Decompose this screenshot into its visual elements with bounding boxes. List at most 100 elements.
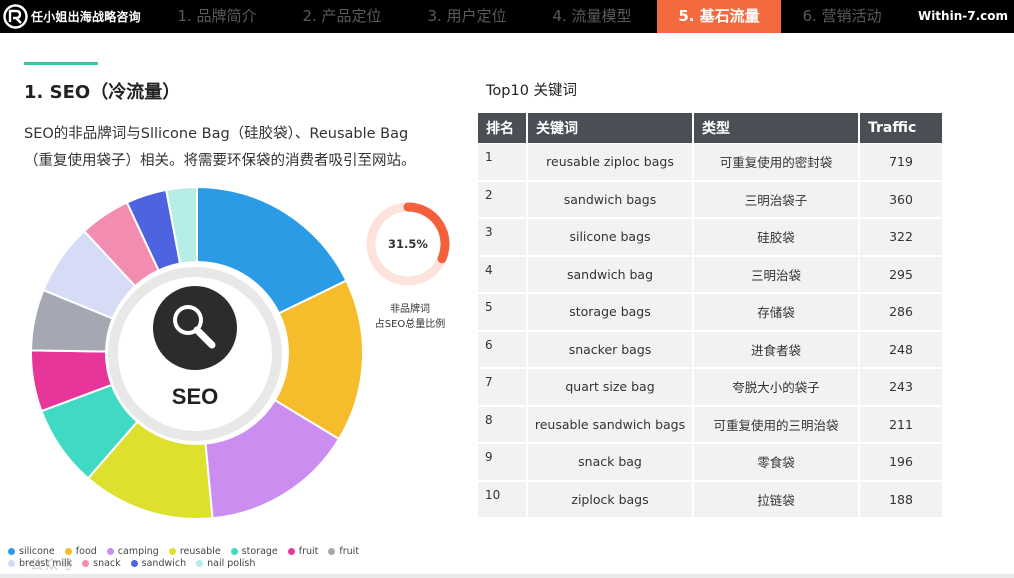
- search-icon: [153, 286, 237, 370]
- legend-swatch: [230, 547, 238, 555]
- legend-swatch: [8, 547, 15, 555]
- legend-item[interactable]: storage: [230, 545, 278, 557]
- slide: 任小姐出海战略咨询 1. 品牌简介 2. 产品定位 3. 用户定位 4. 流量模型 5.…: [0, 0, 1014, 578]
- legend-item[interactable]: sandwich: [130, 557, 187, 569]
- ring-caption-line1: 非品牌词: [390, 304, 430, 315]
- table-row: 10 ziplock bags 拉链袋 188: [478, 480, 942, 518]
- nav-tab-1[interactable]: 1. 品牌简介: [158, 0, 276, 33]
- legend-swatch: [82, 559, 90, 567]
- row-keyword: silicone bags: [528, 218, 694, 256]
- legend-label: fruit: [339, 545, 360, 557]
- legend-item[interactable]: reusable: [168, 545, 221, 557]
- brand-name: 任小姐出海战略咨询: [31, 10, 141, 24]
- top-nav-bar: 任小姐出海战略咨询 1. 品牌简介 2. 产品定位 3. 用户定位 4. 流量模型 5.…: [0, 0, 1014, 33]
- legend-item[interactable]: camping: [106, 545, 159, 557]
- row-keyword: quart size bag: [528, 368, 694, 406]
- row-type: 可重复使用的密封袋: [694, 143, 860, 181]
- row-type: 拉链袋: [694, 480, 860, 518]
- legend-label: food: [75, 545, 97, 557]
- row-keyword: snacker bags: [528, 330, 694, 368]
- legend-swatch: [130, 559, 138, 567]
- table-row: 9 snack bag 零食袋 196: [478, 443, 942, 481]
- pie-center-label: SEO: [172, 384, 218, 409]
- legend-item[interactable]: fruit: [287, 545, 319, 557]
- table-row: 3 silicone bags 硅胶袋 322: [478, 218, 942, 256]
- ring-caption: 非品牌词 占SEO总量比例: [368, 302, 452, 332]
- nav-tab-5[interactable]: 5. 基石流量: [657, 0, 781, 33]
- table-row: 2 sandwich bags 三明治袋子 360: [478, 180, 942, 218]
- legend-swatch: [196, 559, 204, 567]
- row-rank: 4: [478, 255, 528, 293]
- legend-swatch: [168, 547, 176, 555]
- table-row: 8 reusable sandwich bags 可重复使用的三明治袋 211: [478, 405, 942, 443]
- row-rank: 1: [478, 143, 528, 181]
- row-traffic: 719: [860, 143, 942, 181]
- row-rank: 2: [478, 180, 528, 218]
- row-type: 三明治袋: [694, 255, 860, 293]
- table-header-row: 排名 关键词 类型 Traffic: [478, 113, 942, 143]
- brand-logo-icon: [3, 4, 28, 29]
- row-rank: 10: [478, 480, 528, 518]
- row-keyword: sandwich bags: [528, 180, 694, 218]
- row-traffic: 295: [860, 255, 942, 293]
- row-type: 可重复使用的三明治袋: [694, 405, 860, 443]
- row-rank: 8: [478, 405, 528, 443]
- keyword-table: 排名 关键词 类型 Traffic 1 reusable ziploc bags 可…: [478, 113, 942, 518]
- row-type: 硅胶袋: [694, 218, 860, 256]
- col-rank: 排名: [478, 113, 528, 143]
- legend-item[interactable]: nail polish: [196, 558, 255, 569]
- col-keyword: 关键词: [528, 113, 694, 143]
- row-keyword: snack bag: [528, 443, 694, 481]
- row-keyword: reusable ziploc bags: [528, 143, 694, 181]
- legend-label: reusable: [179, 545, 221, 557]
- site-url[interactable]: Within-7.com: [918, 9, 1008, 23]
- row-type: 夸脱大小的袋子: [694, 368, 860, 406]
- title-accent-bar: [24, 62, 98, 65]
- row-keyword: sandwich bag: [528, 255, 694, 293]
- legend-swatch: [328, 547, 336, 555]
- row-rank: 6: [478, 330, 528, 368]
- row-rank: 9: [478, 443, 528, 481]
- row-type: 存储袋: [694, 293, 860, 331]
- row-keyword: reusable sandwich bags: [528, 405, 694, 443]
- row-traffic: 188: [860, 480, 942, 518]
- legend-label: sandwich: [141, 557, 187, 569]
- row-type: 零食袋: [694, 443, 860, 481]
- table-row: 1 reusable ziploc bags 可重复使用的密封袋 719: [478, 143, 942, 181]
- legend-label: nail polish: [207, 557, 256, 569]
- ring-caption-line2: 占SEO总量比例: [374, 319, 446, 330]
- nonbrand-share-ring: 31.5%: [366, 202, 450, 286]
- table-row: 6 snacker bags 进食者袋 248: [478, 330, 942, 368]
- nav-tab-3[interactable]: 3. 用户定位: [408, 0, 526, 33]
- nav-tab-2[interactable]: 2. 产品定位: [283, 0, 401, 33]
- row-traffic: 196: [860, 443, 942, 481]
- section-title: 1. SEO（冷流量）: [24, 82, 181, 103]
- nav-tab-6[interactable]: 6. 营销活动: [783, 0, 901, 33]
- row-traffic: 248: [860, 330, 942, 368]
- table-title: Top10 关键词: [486, 83, 578, 99]
- legend-item[interactable]: fruit: [328, 546, 359, 557]
- legend-label: camping: [117, 545, 159, 557]
- table-row: 5 storage bags 存储袋 286: [478, 293, 942, 331]
- keyword-pie-chart: SEO: [30, 186, 364, 520]
- row-traffic: 211: [860, 405, 942, 443]
- row-keyword: ziplock bags: [528, 480, 694, 518]
- row-rank: 3: [478, 218, 528, 256]
- nav-tab-4[interactable]: 4. 流量模型: [533, 0, 651, 33]
- watermark: 公众号: [30, 558, 76, 573]
- legend-item[interactable]: snack: [82, 558, 121, 569]
- table-row: 4 sandwich bag 三明治袋 295: [478, 255, 942, 293]
- footer-line: [0, 574, 1014, 578]
- table-row: 7 quart size bag 夸脱大小的袋子 243: [478, 368, 942, 406]
- col-type: 类型: [694, 113, 860, 143]
- row-traffic: 286: [860, 293, 942, 331]
- legend-swatch: [8, 559, 15, 567]
- legend-label: storage: [241, 545, 278, 557]
- row-type: 进食者袋: [694, 330, 860, 368]
- legend-swatch: [106, 547, 114, 555]
- legend-label: fruit: [298, 545, 319, 557]
- legend-swatch: [287, 547, 295, 555]
- ring-value-label: 31.5%: [388, 237, 428, 251]
- row-type: 三明治袋子: [694, 180, 860, 218]
- section-description: SEO的非品牌词与Sllicone Bag（硅胶袋）、Reusable Bag（…: [24, 126, 416, 169]
